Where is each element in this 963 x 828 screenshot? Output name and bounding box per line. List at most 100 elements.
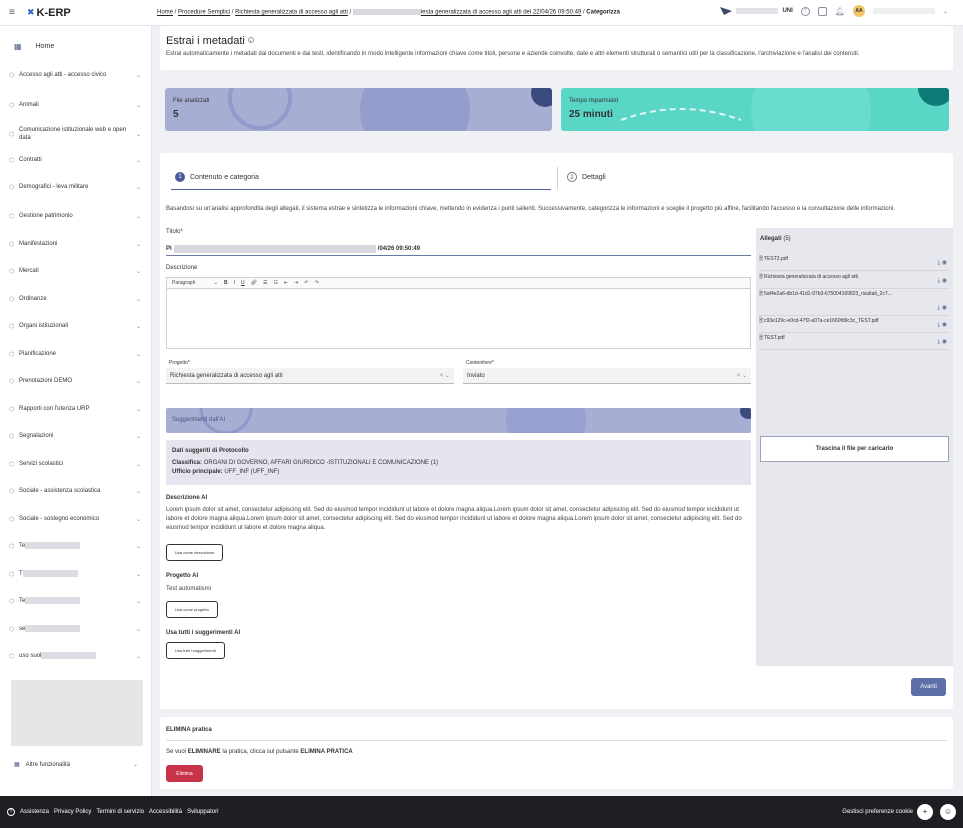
chevron-down-icon[interactable]: ⌄: [943, 8, 948, 15]
category-icon: ⬡: [9, 351, 15, 358]
sidebar-item[interactable]: ⬡ Te ⌄: [9, 542, 141, 550]
bell-icon[interactable]: 🔔︎: [835, 7, 845, 16]
help-icon[interactable]: ?: [800, 6, 810, 16]
sidebar-item[interactable]: ⬡ Manifestazioni ⌄: [9, 240, 141, 248]
sidebar-item[interactable]: ⬡ Organi istituzionali ⌄: [9, 322, 141, 330]
download-view-icons[interactable]: ⤓ ◉: [937, 260, 947, 267]
sidebar-item[interactable]: ⬡ Te ⌄: [9, 597, 141, 605]
step-divider: [557, 167, 558, 189]
sidebar-item[interactable]: ⬡ Accesso agli atti - accesso civico ⌄: [9, 71, 141, 79]
sidebar-item-label: Contratti: [19, 157, 42, 163]
italic-button[interactable]: I: [234, 280, 235, 286]
usa-progetto-button[interactable]: Usa come progetto: [166, 601, 218, 618]
elimina-button[interactable]: Elimina: [166, 765, 203, 782]
step-1[interactable]: 1 Contenuto e categoria: [175, 172, 259, 182]
bullet-list-icon[interactable]: ☰: [263, 280, 267, 286]
footer-link[interactable]: Privacy Policy: [54, 809, 91, 815]
redacted-block: [352, 9, 421, 15]
chevron-down-icon: ⌄: [135, 102, 141, 109]
footer-link[interactable]: Termini di servizio: [96, 809, 144, 815]
footer-link[interactable]: Assistenza: [20, 809, 49, 815]
progetto-select[interactable]: Richiesta generalizzata di accesso agli …: [166, 368, 454, 384]
undo-icon[interactable]: ↶: [304, 280, 308, 286]
category-icon: ⬡: [9, 241, 15, 248]
sidebar-item-home[interactable]: ▦ Home: [14, 42, 54, 51]
indent-icon[interactable]: ⇥: [294, 280, 298, 286]
attachment-item[interactable]: 🗎︎Richiesta generalizzata di accesso agl…: [759, 274, 949, 289]
attachment-item[interactable]: 🗎︎TEST2.pdf ⤓ ◉: [759, 256, 949, 271]
sidebar-item[interactable]: ⬡ Sociale - assistenza scolastica ⌄: [9, 487, 141, 495]
sidebar-item[interactable]: ⬡ Pianificazione ⌄: [9, 350, 141, 358]
sidebar-item[interactable]: ⬡ Gestione patrimonio ⌄: [9, 212, 141, 220]
breadcrumb-home[interactable]: Home: [157, 10, 173, 16]
chevron-down-icon: ⌄: [135, 406, 141, 413]
titolo-input[interactable]: Pl /04/26 09:50:49: [166, 242, 751, 256]
redacted-block: [25, 625, 81, 632]
chevron-down-icon: ⌄: [135, 351, 141, 358]
chat-icon[interactable]: [817, 6, 827, 16]
sidebar-item[interactable]: ⬡ Comunicazione istituzionale web e open …: [9, 126, 141, 142]
sidebar-item[interactable]: ⬡ Animali ⌄: [9, 101, 141, 109]
bold-button[interactable]: B: [224, 280, 228, 286]
redo-icon[interactable]: ↷: [315, 280, 319, 286]
breadcrumb-request[interactable]: Richiesta generalizzata di accesso agli …: [235, 10, 348, 16]
clear-and-chevron-icon[interactable]: × ⌄: [737, 372, 747, 379]
sidebar-item[interactable]: ⬡ Ordinanze ⌄: [9, 295, 141, 303]
step-2[interactable]: 2 Dettagli: [567, 172, 606, 182]
menu-icon[interactable]: ≡: [9, 7, 19, 18]
sidebar-item[interactable]: ⬡ Segnalazioni ⌄: [9, 432, 141, 440]
attachment-item[interactable]: 🗎︎TEST.pdf ⤓ ◉: [759, 335, 949, 350]
accessibility-icon[interactable]: ☺︎: [940, 804, 956, 820]
breadcrumb-item[interactable]: iesta generalizzata di accesso agli atti…: [421, 10, 581, 16]
download-view-icons[interactable]: ⤓ ◉: [937, 305, 947, 312]
sidebar-item-label: Organi istituzionali: [19, 323, 69, 329]
usa-tutti-button[interactable]: Usa tutti i suggerimenti: [166, 642, 225, 659]
cookie-preferences-link[interactable]: Gestisci preferenze cookie: [842, 809, 913, 815]
add-icon[interactable]: +: [917, 804, 933, 820]
numbered-list-icon[interactable]: ☷: [273, 280, 277, 286]
paragraph-select[interactable]: Paragraph ⌄: [172, 280, 218, 286]
sidebar-item[interactable]: ⬡ uso suol ⌄: [9, 652, 141, 660]
footer-link[interactable]: Sviluppatori: [187, 809, 218, 815]
avatar[interactable]: AA: [852, 5, 865, 17]
download-view-icons[interactable]: ⤓ ◉: [937, 322, 947, 329]
footer: ? Assistenza Privacy Policy Termini di ser…: [0, 796, 963, 828]
category-icon: ⬡: [9, 626, 15, 633]
attachment-name: Richiesta generalizzata di accesso agli …: [764, 274, 858, 280]
sidebar-item[interactable]: ⬡ Contratti ⌄: [9, 156, 141, 164]
attachment-item[interactable]: 🗎︎5af4e2a6-db1d-41d1-97b3-675004169823_r…: [759, 291, 949, 316]
breadcrumb-current: Categorizza: [586, 9, 620, 16]
dropzone[interactable]: Trascina il file per caricarlo: [760, 436, 949, 462]
contenitore-select[interactable]: Inviato × ⌄: [463, 368, 751, 384]
link-icon[interactable]: 🔗︎: [251, 280, 257, 286]
sidebar-item[interactable]: ⬡ Rapporti con l'utenza URP ⌄: [9, 405, 141, 413]
usa-descrizione-button[interactable]: Usa come descrizione: [166, 544, 224, 561]
sidebar-item[interactable]: ⬡ Sociale - sostegno economico ⌄: [9, 515, 141, 523]
unit-selector[interactable]: UNI: [720, 6, 793, 16]
sidebar-item[interactable]: ⬡ se ⌄: [9, 625, 141, 633]
underline-button[interactable]: U: [241, 280, 245, 286]
clear-and-chevron-icon[interactable]: × ⌄: [440, 372, 450, 379]
sidebar-item[interactable]: ⬡ T ⌄: [9, 570, 141, 578]
outdent-icon[interactable]: ⇤: [284, 280, 288, 286]
avanti-button[interactable]: Avanti: [911, 678, 946, 696]
info-icon[interactable]: i: [247, 37, 254, 43]
sidebar-item[interactable]: ⬡ Mercati ⌄: [9, 267, 141, 275]
sidebar-item-altre[interactable]: ▦ Altre funzionalità ⌄: [14, 761, 138, 769]
file-icon: 🗎︎: [759, 335, 764, 341]
sidebar-item[interactable]: ⬡ Demografici - leva militare ⌄: [9, 183, 141, 191]
download-view-icons[interactable]: ⤓ ◉: [937, 278, 947, 285]
descrizione-editor[interactable]: Paragraph ⌄ B I U 🔗︎ ☰ ☷ ⇤ ⇥ ↶ ↷: [166, 277, 751, 349]
footer-link[interactable]: Accessibilità: [149, 809, 182, 815]
breadcrumb-procedure[interactable]: Procedure Semplici: [178, 10, 230, 16]
download-view-icons[interactable]: ⤓ ◉: [937, 339, 947, 346]
logo[interactable]: ✖ K-ERP: [27, 7, 71, 19]
sidebar: ▦ Home ⬡ Accesso agli atti - accesso civi…: [0, 26, 152, 796]
chevron-down-icon: ⌄: [135, 323, 141, 330]
sidebar-item[interactable]: ⬡ Servizi scolastici ⌄: [9, 460, 141, 468]
chevron-down-icon: ⌄: [135, 626, 141, 633]
attachment-item[interactable]: 🗎︎c93e129c-e0cd-47f2-a07a-ce1660fd9c3c_T…: [759, 318, 949, 333]
category-icon: ⬡: [9, 184, 15, 191]
sidebar-item[interactable]: ⬡ Prenotazioni DEMO ⌄: [9, 377, 141, 385]
stat-label: File analizzati: [173, 98, 210, 104]
